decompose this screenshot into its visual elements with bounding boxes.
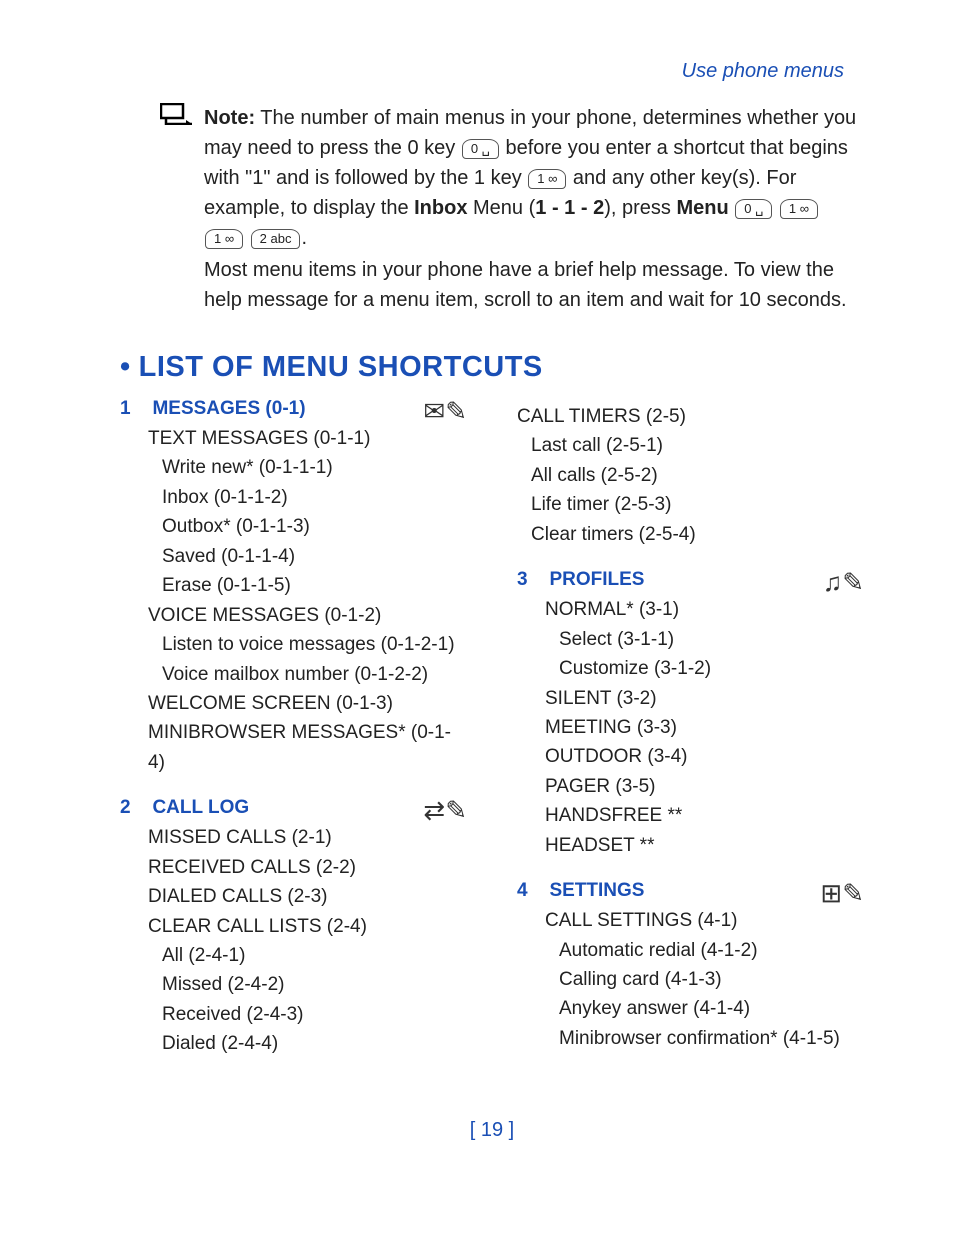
- list-item: All calls (2-5-2): [517, 461, 864, 490]
- list-item: PAGER (3-5): [545, 772, 864, 801]
- list-item: Outbox* (0-1-1-3): [148, 512, 467, 541]
- list-item: Missed (2-4-2): [148, 970, 467, 999]
- list-item: MISSED CALLS (2-1): [148, 823, 467, 852]
- menu-number: 3: [517, 569, 545, 591]
- menu-calltimers: CALL TIMERS (2-5)Last call (2-5-1)All ca…: [517, 402, 864, 549]
- note-label: Note:: [204, 107, 255, 129]
- list-item: CALL TIMERS (2-5): [517, 402, 864, 431]
- list-item: Calling card (4-1-3): [545, 965, 864, 994]
- one-key-icon: 1 ∞: [205, 229, 243, 249]
- list-item: Listen to voice messages (0-1-2-1): [148, 630, 467, 659]
- menu-settings: 4 SETTINGS ⊞✎ CALL SETTINGS (4-1)Automat…: [517, 880, 864, 1053]
- arrows-pencil-icon: ⇄✎: [423, 795, 467, 826]
- one-key-icon: 1 ∞: [528, 169, 566, 189]
- note-text-fragment: Menu (: [467, 197, 535, 219]
- list-item: All (2-4-1): [148, 941, 467, 970]
- list-item: OUTDOOR (3-4): [545, 742, 864, 771]
- note-text-fragment: .: [301, 227, 307, 249]
- list-item: Anykey answer (4-1-4): [545, 994, 864, 1023]
- menu-number: 4: [517, 880, 545, 902]
- list-item: WELCOME SCREEN (0-1-3): [148, 689, 467, 718]
- menu-title: PROFILES: [549, 569, 644, 590]
- list-item: VOICE MESSAGES (0-1-2): [148, 601, 467, 630]
- envelope-pencil-icon: ✉✎: [423, 396, 467, 427]
- header-link[interactable]: Use phone menus: [120, 60, 844, 83]
- menu-title: MESSAGES (0-1): [152, 398, 305, 419]
- menu-items: CALL TIMERS (2-5)Last call (2-5-1)All ca…: [517, 402, 864, 549]
- list-item: Received (2-4-3): [148, 1000, 467, 1029]
- menu-profiles: 3 PROFILES ♫✎ NORMAL* (3-1)Select (3-1-1…: [517, 569, 864, 860]
- note-paragraph-2: Most menu items in your phone have a bri…: [204, 255, 864, 315]
- list-item: Select (3-1-1): [545, 625, 864, 654]
- menu-messages: 1 MESSAGES (0-1) ✉✎ TEXT MESSAGES (0-1-1…: [120, 398, 467, 777]
- note-text-fragment: ), press: [604, 197, 676, 219]
- page-number: [ 19 ]: [120, 1119, 864, 1142]
- menu-number: 1: [120, 398, 148, 420]
- note-arrow-icon: [160, 99, 204, 315]
- note-block: Note: The number of main menus in your p…: [160, 103, 864, 315]
- one-key-icon: 1 ∞: [780, 199, 818, 219]
- list-item: MEETING (3-3): [545, 713, 864, 742]
- list-item: Voice mailbox number (0-1-2-2): [148, 660, 467, 689]
- menu-word: Menu: [676, 197, 728, 219]
- list-item: Automatic redial (4-1-2): [545, 936, 864, 965]
- bullet-icon: •: [120, 351, 131, 383]
- list-item: HANDSFREE **: [545, 801, 864, 830]
- seq-text: 1 - 1 - 2: [535, 197, 604, 219]
- list-item: Write new* (0-1-1-1): [148, 453, 467, 482]
- list-item: HEADSET **: [545, 831, 864, 860]
- two-key-icon: 2 abc: [251, 229, 301, 249]
- menu-title: SETTINGS: [549, 880, 644, 901]
- menu-title: CALL LOG: [152, 797, 249, 818]
- section-title: LIST OF MENU SHORTCUTS: [139, 351, 543, 383]
- section-heading: •LIST OF MENU SHORTCUTS: [120, 351, 864, 384]
- list-item: Saved (0-1-1-4): [148, 542, 467, 571]
- menu-items: MISSED CALLS (2-1)RECEIVED CALLS (2-2)DI…: [148, 823, 467, 1059]
- list-item: SILENT (3-2): [545, 684, 864, 713]
- menu-items: NORMAL* (3-1)Select (3-1-1)Customize (3-…: [545, 595, 864, 860]
- menu-items: CALL SETTINGS (4-1)Automatic redial (4-1…: [545, 906, 864, 1053]
- note-text: Note: The number of main menus in your p…: [204, 103, 864, 315]
- list-item: Erase (0-1-1-5): [148, 571, 467, 600]
- list-item: Life timer (2-5-3): [517, 490, 864, 519]
- list-item: CALL SETTINGS (4-1): [545, 906, 864, 935]
- list-item: TEXT MESSAGES (0-1-1): [148, 424, 467, 453]
- inbox-word: Inbox: [414, 197, 467, 219]
- drawer-pencil-icon: ⊞✎: [820, 878, 864, 909]
- zero-key-icon: 0 ␣: [735, 199, 772, 219]
- list-item: Minibrowser confirmation* (4-1-5): [545, 1024, 864, 1053]
- list-item: DIALED CALLS (2-3): [148, 882, 467, 911]
- list-item: MINIBROWSER MESSAGES* (0-1-4): [148, 718, 467, 777]
- list-item: Last call (2-5-1): [517, 431, 864, 460]
- list-item: CLEAR CALL LISTS (2-4): [148, 912, 467, 941]
- menu-number: 2: [120, 797, 148, 819]
- list-item: Clear timers (2-5-4): [517, 520, 864, 549]
- music-pencil-icon: ♫✎: [823, 567, 864, 598]
- menu-items: TEXT MESSAGES (0-1-1)Write new* (0-1-1-1…: [148, 424, 467, 777]
- menu-calllog: 2 CALL LOG ⇄✎ MISSED CALLS (2-1)RECEIVED…: [120, 797, 467, 1059]
- list-item: NORMAL* (3-1): [545, 595, 864, 624]
- list-item: Dialed (2-4-4): [148, 1029, 467, 1058]
- list-item: Customize (3-1-2): [545, 654, 864, 683]
- list-item: Inbox (0-1-1-2): [148, 483, 467, 512]
- list-item: RECEIVED CALLS (2-2): [148, 853, 467, 882]
- zero-key-icon: 0 ␣: [462, 139, 499, 159]
